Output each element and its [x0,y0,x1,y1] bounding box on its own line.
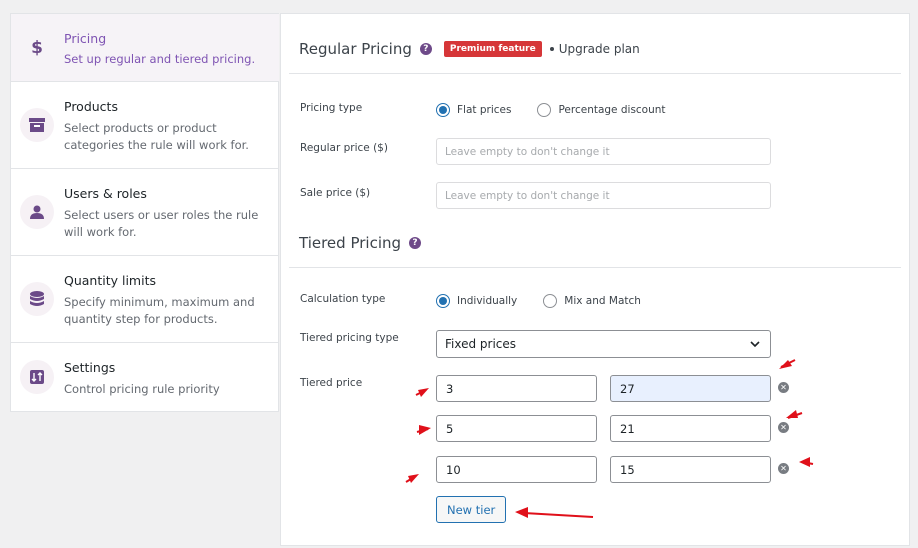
sidebar-item-desc: Set up regular and tiered pricing. [64,52,256,66]
pricing-panel: Regular Pricing ? Premium feature Upgrad… [280,13,910,546]
sale-price-input[interactable]: Leave empty to don't change it [436,182,771,209]
flat-prices-radio[interactable] [436,103,450,117]
individually-label: Individually [457,295,518,307]
calculation-type-label: Calculation type [300,293,386,305]
sidebar-item-title: Pricing [64,31,107,46]
sidebar-item-users-roles[interactable]: Users & roles Select users or user roles… [11,169,279,256]
sidebar-item-desc: Select products or product categories th… [64,121,249,152]
tier-quantity-input[interactable]: 5 [436,415,597,442]
flat-prices-label: Flat prices [457,104,512,116]
sidebar-item-title: Users & roles [64,186,147,201]
sidebar-item-desc: Specify minimum, maximum and quantity st… [64,295,255,326]
tiered-pricing-title: Tiered Pricing [299,234,402,252]
calculation-type-radio-group: Individually Mix and Match [436,294,641,308]
box-icon [20,108,54,142]
divider [289,267,901,268]
sidebar-item-title: Products [64,99,118,114]
tier-price-input[interactable]: 27 [610,375,771,402]
sidebar-item-products[interactable]: Products Select products or product cate… [11,82,279,169]
regular-pricing-header: Regular Pricing ? Premium feature Upgrad… [299,40,640,58]
new-tier-button[interactable]: New tier [436,496,507,523]
upgrade-plan-label: Upgrade plan [558,42,640,56]
pricing-type-label: Pricing type [300,102,363,114]
remove-tier-icon[interactable]: ✕ [778,422,789,433]
mix-and-match-label: Mix and Match [564,295,641,307]
help-icon[interactable]: ? [409,237,422,249]
tier-quantity-input[interactable]: 3 [436,375,597,402]
regular-price-input[interactable]: Leave empty to don't change it [436,138,771,165]
tiered-pricing-type-label: Tiered pricing type [300,332,399,344]
settings-sidebar: $ Pricing Set up regular and tiered pric… [10,13,279,412]
tiered-price-label: Tiered price [300,377,363,389]
sidebar-item-settings[interactable]: Settings Control pricing rule priority [11,343,279,412]
sidebar-item-title: Quantity limits [64,273,156,288]
tier-quantity-input[interactable]: 10 [436,456,597,483]
tiered-pricing-type-select[interactable]: Fixed prices [436,330,771,358]
sort-icon [20,360,54,394]
sidebar-item-title: Settings [64,360,116,375]
percentage-discount-label: Percentage discount [558,104,666,116]
sale-price-label: Sale price ($) [300,187,371,199]
pricing-type-radio-group: Flat prices Percentage discount [436,103,666,117]
sidebar-item-quantity-limits[interactable]: Quantity limits Specify minimum, maximum… [11,256,279,343]
database-icon [20,282,54,316]
remove-tier-icon[interactable]: ✕ [778,463,789,474]
user-icon [20,195,54,229]
mix-and-match-radio[interactable] [543,294,558,308]
regular-price-label: Regular price ($) [300,142,388,154]
divider [289,73,901,74]
tiered-pricing-type-value: Fixed prices [445,337,517,351]
tier-price-input[interactable]: 15 [610,456,771,483]
help-icon[interactable]: ? [419,43,432,55]
bullet-icon [549,47,554,51]
sidebar-item-pricing[interactable]: $ Pricing Set up regular and tiered pric… [11,14,279,82]
sidebar-item-desc: Control pricing rule priority [64,382,220,396]
chevron-down-icon [750,341,760,348]
regular-pricing-title: Regular Pricing [299,40,412,58]
individually-radio[interactable] [436,294,450,308]
sidebar-item-desc: Select users or user roles the rule will… [64,208,259,239]
remove-tier-icon[interactable]: ✕ [778,382,789,393]
percentage-discount-radio[interactable] [537,103,552,117]
tiered-pricing-header: Tiered Pricing ? [299,234,422,252]
upgrade-plan-link[interactable]: Upgrade plan [549,42,640,56]
tier-price-input[interactable]: 21 [610,415,771,442]
dollar-icon: $ [31,38,43,58]
premium-badge: Premium feature [443,41,542,57]
